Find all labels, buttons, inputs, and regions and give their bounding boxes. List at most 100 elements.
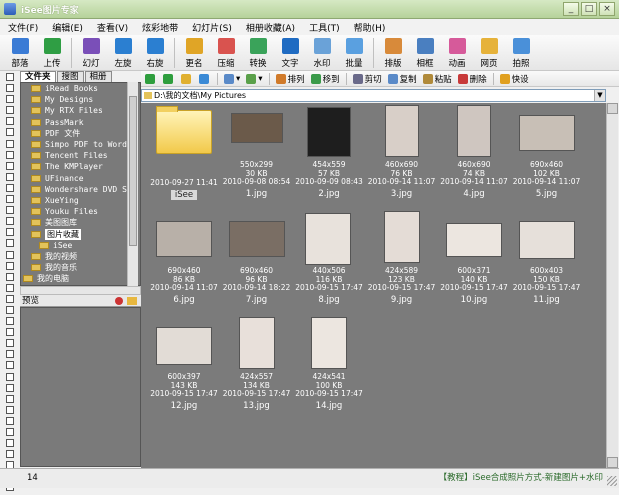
checkbox[interactable] [6,305,14,314]
checkbox[interactable] [6,383,14,392]
tree-item[interactable]: 图片收藏 [21,228,140,240]
thumbnail-item[interactable]: 600x403 150 KB 2010-09-15 17:47 11.jpg [512,211,582,311]
toolbar-button[interactable]: 网页 [473,35,505,71]
tree-item[interactable]: Youku Files [21,206,140,217]
toolbar-button[interactable]: 水印 [306,35,338,71]
checkbox[interactable] [6,294,14,303]
thumbnail-item[interactable]: 460x690 76 KB 2010-09-14 11:07 3.jpg [367,105,437,205]
scroll-down-icon[interactable] [607,457,618,468]
menu-item[interactable]: 相册收藏(A) [246,21,295,34]
move-button[interactable]: 移到 [310,73,340,85]
filter-button[interactable]: ▾ [246,73,263,84]
menu-item[interactable]: 炫彩地带 [142,21,178,34]
checkbox[interactable] [6,317,14,326]
menu-item[interactable]: 幻灯片(S) [192,21,232,34]
checkbox[interactable] [6,73,14,81]
checkbox[interactable] [6,217,14,226]
toolbar-button[interactable]: 拍照 [505,35,537,71]
forward-button[interactable] [163,73,175,84]
address-dropdown-icon[interactable]: ▼ [594,90,605,101]
tree-item[interactable]: The KMPlayer [21,161,140,172]
address-bar[interactable]: D:\我的文档\My Pictures ▼ [141,89,606,102]
tree-item[interactable]: 我的视频 [21,251,140,262]
menu-item[interactable]: 帮助(H) [354,21,386,34]
checkbox[interactable] [6,283,14,292]
copy-button[interactable]: 复制 [387,73,417,85]
tree-item[interactable]: PassMark [21,117,140,128]
tree-item[interactable]: 我的电脑 [21,273,140,284]
toolbar-button[interactable]: 排版 [377,35,409,71]
paste-button[interactable]: 粘贴 [422,73,452,85]
checkbox[interactable] [6,361,14,370]
thumbnail-item[interactable]: 600x371 140 KB 2010-09-15 17:47 10.jpg [439,211,509,311]
shortcut-button[interactable]: 快设 [499,73,529,85]
checkbox[interactable] [6,339,14,348]
checkbox[interactable] [6,350,14,359]
cut-button[interactable]: 剪切 [352,73,382,85]
thumbnail-item[interactable]: 690x460 102 KB 2010-09-14 11:07 5.jpg [512,105,582,205]
close-button[interactable]: × [599,2,615,16]
thumbnail-item[interactable]: 424x541 100 KB 2010-09-15 17:47 14.jpg [294,317,364,417]
toolbar-button[interactable]: 批量 [338,35,370,71]
toolbar-button[interactable]: 幻灯 [75,35,107,71]
toolbar-button[interactable]: 文字 [274,35,306,71]
thumbnail-item[interactable]: 460x690 74 KB 2010-09-14 11:07 4.jpg [439,105,509,205]
thumbnail-item[interactable]: 690x460 86 KB 2010-09-14 11:07 6.jpg [149,211,219,311]
maximize-button[interactable]: □ [581,2,597,16]
checkbox[interactable] [6,195,14,204]
toolbar-button[interactable]: 部落 [4,35,36,71]
tree-item[interactable]: Simpo PDF to Word [21,139,140,150]
checkbox[interactable] [6,150,14,159]
tree-hscrollbar[interactable] [20,286,141,295]
minimize-button[interactable]: _ [563,2,579,16]
tree-item[interactable]: Wondershare DVD Sl [21,184,140,195]
toolbar-button[interactable]: 转换 [242,35,274,71]
menu-item[interactable]: 文件(F) [8,21,38,34]
checkbox[interactable] [6,428,14,436]
checkbox[interactable] [6,405,14,414]
checkbox[interactable] [6,272,14,281]
checkbox[interactable] [6,372,14,381]
tutorial-link[interactable]: 【教程】iSee合成照片方式-新建图片+水印 [439,471,603,483]
checkbox[interactable] [6,95,14,104]
checkbox[interactable] [6,416,14,425]
refresh-button[interactable] [199,73,211,84]
sort-button[interactable]: 排列 [275,73,305,85]
tree-item[interactable]: Tencent Files [21,150,140,161]
qq-icon[interactable] [115,297,123,305]
left-tab[interactable]: 相册 [84,71,112,82]
checkbox[interactable] [6,128,14,137]
checkbox[interactable] [6,250,14,259]
tree-scrollbar[interactable] [127,82,138,286]
tree-item[interactable]: My Designs [21,94,140,105]
toolbar-button[interactable]: 更名 [178,35,210,71]
thumbnail-item[interactable]: 440x506 116 KB 2010-09-15 17:47 8.jpg [294,211,364,311]
scroll-up-icon[interactable] [607,103,618,114]
left-tab[interactable]: 搜图 [56,71,84,82]
checkbox[interactable] [6,117,14,126]
view-mode-button[interactable]: ▾ [224,73,240,84]
back-button[interactable] [145,73,157,84]
checkbox[interactable] [6,172,14,181]
toolbar-button[interactable]: 右旋 [139,35,171,71]
tree-item[interactable]: 我的音乐 [21,262,140,273]
thumbnail-item[interactable]: 454x559 57 KB 2010-09-09 08:43 2.jpg [294,105,364,205]
tree-item[interactable]: iSee [21,240,140,251]
checkbox[interactable] [6,106,14,115]
checkbox[interactable] [6,328,14,337]
menu-item[interactable]: 查看(V) [97,21,128,34]
thumbnail-item[interactable]: 550x299 30 KB 2010-09-08 08:54 1.jpg [222,105,292,205]
delete-button[interactable]: 删除 [457,73,487,85]
menu-item[interactable]: 工具(T) [309,21,340,34]
grid-scrollbar[interactable] [606,103,618,468]
menu-item[interactable]: 编辑(E) [52,21,83,34]
toolbar-button[interactable]: 压缩 [210,35,242,71]
thumbnail-item[interactable]: 424x589 123 KB 2010-09-15 17:47 9.jpg [367,211,437,311]
checkbox[interactable] [6,206,14,215]
checkbox[interactable] [6,439,14,448]
resize-grip[interactable] [607,476,617,486]
toolbar-button[interactable]: 左旋 [107,35,139,71]
toolbar-button[interactable]: 相框 [409,35,441,71]
thumbnail-item[interactable]: 424x557 134 KB 2010-09-15 17:47 13.jpg [222,317,292,417]
left-tab[interactable]: 文件夹 [20,71,56,82]
